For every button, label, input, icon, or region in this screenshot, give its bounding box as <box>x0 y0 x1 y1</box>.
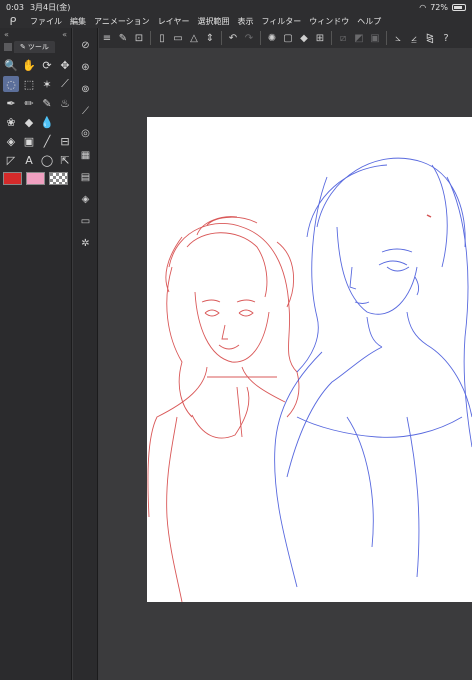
side-icon-column: ⊘ ⊛ ⊚ ⟋ ◎ ▦ ▤ ◈ ▭ ✲ <box>73 28 98 680</box>
undo-icon[interactable]: ↶ <box>225 30 241 46</box>
sketch-drawing <box>147 157 472 602</box>
collapse-right-icon[interactable]: « <box>62 30 67 39</box>
tab-tool[interactable]: ✎ ツール <box>14 41 55 53</box>
save-icon[interactable]: △ <box>186 30 202 46</box>
redo-icon[interactable]: ↷ <box>241 30 257 46</box>
fill-icon[interactable]: ◆ <box>296 30 312 46</box>
main-color-chip[interactable] <box>3 172 22 185</box>
toolbar-separator <box>150 31 151 45</box>
move-tool-icon[interactable]: ✥ <box>57 57 73 73</box>
toolbar-separator <box>260 31 261 45</box>
menu-icon[interactable]: ≡ <box>99 30 115 46</box>
menu-file[interactable]: ファイル <box>26 16 66 27</box>
object-tool-icon[interactable]: ⇱ <box>57 152 73 168</box>
crop-icon[interactable]: ▣ <box>367 30 383 46</box>
blend-tool-icon[interactable]: 💧 <box>39 114 55 130</box>
frame-tool-icon[interactable]: ⊟ <box>57 133 73 149</box>
fill-tool-icon[interactable]: ◈ <box>3 133 19 149</box>
special-ruler-icon[interactable]: ⧎ <box>422 30 438 46</box>
brush-tab-icon: ✎ <box>20 43 26 51</box>
toolbar-separator <box>386 31 387 45</box>
toolbar-separator <box>221 31 222 45</box>
ruler-snap-icon[interactable]: ⦤ <box>406 30 422 46</box>
new-icon[interactable]: ✎ <box>115 30 131 46</box>
pen-tool-icon[interactable]: ✒ <box>3 95 19 111</box>
tool-property-icon[interactable]: ⊚ <box>73 78 98 100</box>
menu-help[interactable]: ヘルプ <box>353 16 385 27</box>
spacer-tool-icon <box>57 114 73 130</box>
blue-figure-sketch <box>274 157 472 588</box>
balloon-tool-icon[interactable]: ◯ <box>39 152 55 168</box>
help-icon[interactable]: ? <box>438 30 454 46</box>
tool-panel-header: « « <box>0 28 71 40</box>
battery-percent: 72% <box>430 2 448 12</box>
color-set-icon[interactable]: ▦ <box>73 144 98 166</box>
pencil-tool-icon[interactable]: ✏ <box>21 95 37 111</box>
menu-bar: ᑭ ファイル 編集 アニメーション レイヤー 選択範囲 表示 フィルター ウィン… <box>0 14 472 28</box>
decoration-tool-icon[interactable]: ❀ <box>3 114 19 130</box>
hand-tool-icon[interactable]: ✋ <box>21 57 37 73</box>
rotate-tool-icon[interactable]: ⟳ <box>39 57 55 73</box>
magic-wand-tool-icon[interactable]: ✶ <box>39 76 55 92</box>
status-time: 0:03 <box>6 2 24 12</box>
material-icon[interactable]: ▭ <box>73 210 98 232</box>
tool-panel: « « ✎ ツール 🔍 ✋ ⟳ ✥ ◌ ⬚ ✶ ⟋ ✒ ✏ ✎ ♨ ❀ ◆ 💧 ◈ ▣ ╱ ⊟ ◸ A ◯ ⇱ <box>0 28 72 680</box>
menu-animation[interactable]: アニメーション <box>90 16 154 27</box>
auto-action-icon[interactable]: ✲ <box>73 232 98 254</box>
tool-tab-row: ✎ ツール <box>0 40 71 54</box>
wifi-icon: ◠ <box>419 2 427 12</box>
gradient-tool-icon[interactable]: ▣ <box>21 133 37 149</box>
transform-icon[interactable]: ⊞ <box>312 30 328 46</box>
menu-window[interactable]: ウィンドウ <box>305 16 353 27</box>
collapse-left-icon[interactable]: « <box>4 30 9 39</box>
line-tool-icon[interactable]: ╱ <box>39 133 55 149</box>
brush-size-icon[interactable]: ⟋ <box>73 100 98 122</box>
status-bar: 0:03 3月4日(金) ◠ 72% <box>0 0 472 14</box>
clip-studio-logo-icon[interactable]: ᑭ <box>0 15 26 28</box>
battery-icon <box>452 3 466 11</box>
toolbar-separator <box>331 31 332 45</box>
panel-menu-icon[interactable] <box>4 43 12 51</box>
tab-tool-label: ツール <box>27 43 49 51</box>
airbrush-tool-icon[interactable]: ♨ <box>57 95 73 111</box>
status-date: 3月4日(金) <box>29 2 71 12</box>
menu-filter[interactable]: フィルター <box>257 16 305 27</box>
color-wheel-icon[interactable]: ◎ <box>73 122 98 144</box>
menu-view[interactable]: 表示 <box>233 16 257 27</box>
lasso-tool-icon[interactable]: ◌ <box>3 76 19 92</box>
file-new-icon[interactable]: ▯ <box>154 30 170 46</box>
red-figure-sketch <box>147 216 300 602</box>
screenshot-icon[interactable]: ⊡ <box>131 30 147 46</box>
menu-edit[interactable]: 編集 <box>66 16 90 27</box>
ruler-tool-icon[interactable]: ◸ <box>3 152 19 168</box>
menu-layer[interactable]: レイヤー <box>154 16 194 27</box>
menu-selection[interactable]: 選択範囲 <box>193 16 233 27</box>
canvas-area[interactable] <box>99 48 472 680</box>
layer-icon[interactable]: ◈ <box>73 188 98 210</box>
brush-tool-icon[interactable]: ✎ <box>39 95 55 111</box>
zoom-tool-icon[interactable]: 🔍 <box>3 57 19 73</box>
invert-icon[interactable]: ◩ <box>351 30 367 46</box>
color-chips <box>0 168 71 189</box>
sub-color-chip[interactable] <box>26 172 45 185</box>
drawing-paper[interactable] <box>147 117 472 602</box>
text-tool-icon[interactable]: A <box>21 152 37 168</box>
layer-property-icon[interactable]: ▤ <box>73 166 98 188</box>
status-right: ◠ 72% <box>419 3 466 12</box>
eraser-tool-icon[interactable]: ◆ <box>21 114 37 130</box>
select-tool-icon[interactable]: ⬚ <box>21 76 37 92</box>
tool-grid: 🔍 ✋ ⟳ ✥ ◌ ⬚ ✶ ⟋ ✒ ✏ ✎ ♨ ❀ ◆ 💧 ◈ ▣ ╱ ⊟ ◸ A ◯ ⇱ <box>0 54 71 168</box>
ruler-edit-icon[interactable]: ⦣ <box>390 30 406 46</box>
navigator-icon[interactable]: ⊘ <box>73 34 98 56</box>
transparent-color-chip[interactable] <box>49 172 68 185</box>
sub-tool-icon[interactable]: ⊛ <box>73 56 98 78</box>
loading-icon[interactable]: ✺ <box>264 30 280 46</box>
open-icon[interactable]: ▭ <box>170 30 186 46</box>
stepper-icon[interactable]: ⇕ <box>202 30 218 46</box>
deselect-icon[interactable]: ⧄ <box>335 30 351 46</box>
clear-icon[interactable]: ▢ <box>280 30 296 46</box>
eyedropper-tool-icon[interactable]: ⟋ <box>57 76 73 92</box>
command-bar: ≡ ✎ ⊡ ▯ ▭ △ ⇕ ↶ ↷ ✺ ▢ ◆ ⊞ ⧄ ◩ ▣ ⦣ ⦤ ⧎ ? <box>99 28 472 48</box>
